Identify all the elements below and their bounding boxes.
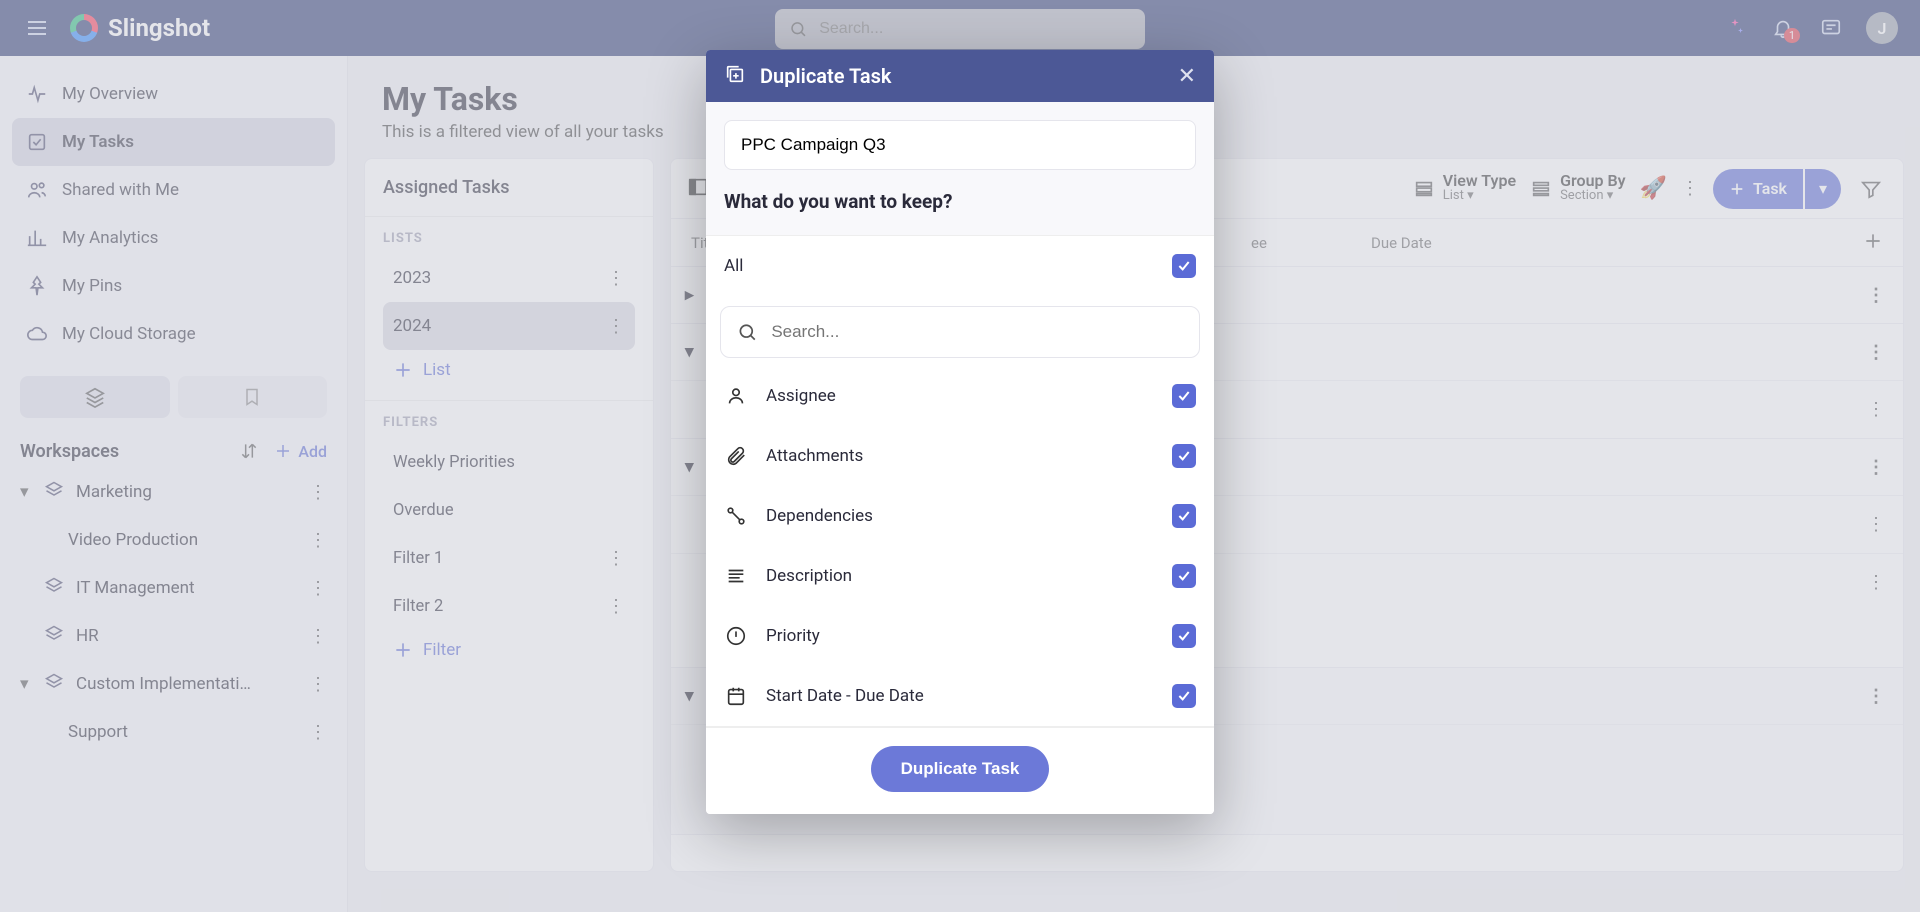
checkbox-checked-icon[interactable] xyxy=(1172,254,1196,278)
modal-options: All Assignee Attachments Dependencies De… xyxy=(706,235,1214,727)
option-label: Priority xyxy=(766,626,820,646)
modal-footer: Duplicate Task xyxy=(706,727,1214,814)
checkbox-checked-icon[interactable] xyxy=(1172,684,1196,708)
paperclip-icon xyxy=(724,445,748,467)
option-all[interactable]: All xyxy=(706,236,1214,296)
description-icon xyxy=(724,565,748,587)
duplicate-icon xyxy=(724,63,746,90)
checkbox-checked-icon[interactable] xyxy=(1172,564,1196,588)
option-priority[interactable]: Priority xyxy=(706,606,1214,666)
duplicate-task-modal: Duplicate Task ✕ What do you want to kee… xyxy=(706,50,1214,814)
option-label: Dependencies xyxy=(766,506,873,526)
priority-icon xyxy=(724,625,748,647)
checkbox-checked-icon[interactable] xyxy=(1172,624,1196,648)
option-label: Start Date - Due Date xyxy=(766,686,924,706)
close-icon[interactable]: ✕ xyxy=(1178,64,1196,89)
task-name-input[interactable] xyxy=(724,120,1196,170)
option-dates[interactable]: Start Date - Due Date xyxy=(706,666,1214,726)
modal-body: What do you want to keep? xyxy=(706,102,1214,235)
option-attachments[interactable]: Attachments xyxy=(706,426,1214,486)
duplicate-task-button[interactable]: Duplicate Task xyxy=(871,746,1050,792)
option-label: All xyxy=(724,256,743,276)
checkbox-checked-icon[interactable] xyxy=(1172,504,1196,528)
checkbox-checked-icon[interactable] xyxy=(1172,444,1196,468)
modal-title: Duplicate Task xyxy=(760,64,891,88)
person-icon xyxy=(724,385,748,407)
option-description[interactable]: Description xyxy=(706,546,1214,606)
dependencies-icon xyxy=(724,505,748,527)
search-icon xyxy=(737,321,757,343)
modal-header: Duplicate Task ✕ xyxy=(706,50,1214,102)
option-label: Description xyxy=(766,566,852,586)
modal-question: What do you want to keep? xyxy=(724,190,1196,213)
option-label: Assignee xyxy=(766,386,836,406)
checkbox-checked-icon[interactable] xyxy=(1172,384,1196,408)
option-assignee[interactable]: Assignee xyxy=(706,366,1214,426)
option-search[interactable] xyxy=(720,306,1200,358)
calendar-icon xyxy=(724,685,748,707)
option-dependencies[interactable]: Dependencies xyxy=(706,486,1214,546)
option-search-input[interactable] xyxy=(771,322,1183,342)
option-label: Attachments xyxy=(766,446,863,466)
